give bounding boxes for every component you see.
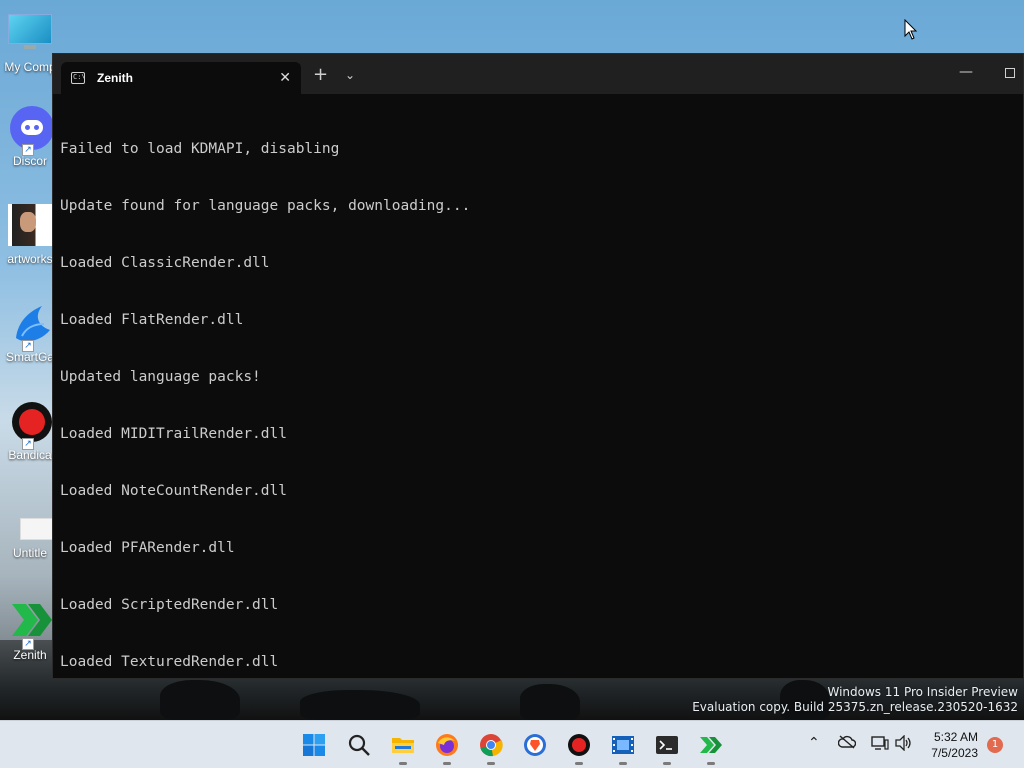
- mouse-pointer-icon: [904, 19, 918, 40]
- desktop-icon-label: Bandica: [8, 448, 52, 462]
- desktop-icon-label: Untitle: [12, 546, 47, 560]
- clock-date: 7/5/2023: [931, 746, 978, 760]
- running-indicator: [663, 762, 671, 765]
- tab-zenith[interactable]: C:\ Zenith ✕: [61, 62, 301, 94]
- taskbar-file-explorer[interactable]: [391, 733, 415, 765]
- taskbar-media-player[interactable]: [611, 733, 635, 765]
- console-line: Loaded ScriptedRender.dll: [60, 597, 279, 613]
- search-icon: [348, 734, 370, 756]
- minimize-button[interactable]: —: [959, 64, 973, 80]
- taskbar-brave[interactable]: [523, 733, 547, 757]
- shortcut-arrow-icon: ↗: [22, 144, 34, 156]
- console-line: Loaded MIDITrailRender.dll: [60, 426, 287, 442]
- terminal-window[interactable]: C:\ Zenith ✕ + ⌄ — Failed to load KDMAPI…: [52, 53, 1024, 679]
- running-indicator: [707, 762, 715, 765]
- taskbar-firefox[interactable]: [435, 733, 459, 765]
- taskbar: ⌃ 5:32 AM 7/5/2023 1: [0, 720, 1024, 768]
- maximize-button[interactable]: [1005, 68, 1015, 78]
- start-button[interactable]: [302, 733, 326, 757]
- console-line: Failed to load KDMAPI, disabling: [60, 141, 340, 157]
- running-indicator: [619, 762, 627, 765]
- desktop-icon-smartgaga[interactable]: ↗ SmartGa: [0, 302, 60, 364]
- film-icon: [612, 736, 634, 754]
- zenith-icon: ↗: [8, 600, 52, 650]
- blank-file-icon: [8, 508, 54, 542]
- discord-icon: ↗: [8, 106, 54, 156]
- search-button[interactable]: [347, 733, 371, 757]
- volume-icon[interactable]: [895, 734, 913, 755]
- firefox-icon: [436, 734, 458, 756]
- console-line: Loaded NoteCountRender.dll: [60, 483, 287, 499]
- taskbar-terminal[interactable]: [655, 733, 679, 765]
- desktop-icon-untitled[interactable]: Untitle: [0, 508, 60, 560]
- desktop-icon-artworks[interactable]: artworks: [0, 204, 60, 266]
- desktop-icon-bandicam[interactable]: ↗ Bandica: [0, 400, 60, 462]
- running-indicator: [575, 762, 583, 765]
- console-line: Loaded ClassicRender.dll: [60, 255, 270, 271]
- image-thumbnail-icon: [8, 204, 54, 248]
- desktop-icon-my-computer[interactable]: My Comp: [0, 12, 60, 74]
- chrome-icon: [480, 734, 503, 757]
- shortcut-arrow-icon: ↗: [22, 638, 34, 650]
- running-indicator: [443, 762, 451, 765]
- smartgaga-icon: ↗: [8, 302, 52, 352]
- chevron-down-icon[interactable]: ⌄: [345, 66, 355, 84]
- record-icon: [568, 734, 590, 756]
- console-line: Loaded TexturedRender.dll: [60, 654, 279, 670]
- console-line: Loaded FlatRender.dll: [60, 312, 244, 328]
- taskbar-chrome[interactable]: [479, 733, 503, 765]
- notification-badge[interactable]: 1: [987, 737, 1003, 753]
- desktop-icon-label: artworks: [7, 252, 53, 266]
- bandicam-icon: ↗: [8, 400, 52, 450]
- desktop-icon-label: Zenith: [13, 648, 47, 662]
- running-indicator: [399, 762, 407, 765]
- shortcut-arrow-icon: ↗: [22, 340, 34, 352]
- folder-icon: [392, 738, 414, 753]
- desktop-icon-zenith[interactable]: ↗ Zenith: [0, 600, 60, 662]
- running-indicator: [487, 762, 495, 765]
- console-line: Update found for language packs, downloa…: [60, 198, 471, 214]
- desktop-icon-label: My Comp: [4, 60, 56, 74]
- chevron-up-icon[interactable]: ⌃: [808, 735, 820, 751]
- new-tab-button[interactable]: +: [313, 66, 328, 84]
- taskbar-bandicam[interactable]: [567, 733, 591, 765]
- close-tab-icon[interactable]: ✕: [279, 70, 291, 86]
- shortcut-arrow-icon: ↗: [22, 438, 34, 450]
- system-clock[interactable]: 5:32 AM 7/5/2023: [931, 729, 978, 761]
- window-titlebar[interactable]: C:\ Zenith ✕ + ⌄ —: [53, 54, 1023, 94]
- console-line: Updated language packs!: [60, 369, 261, 385]
- taskbar-zenith[interactable]: [699, 733, 723, 765]
- brave-icon: [524, 734, 546, 756]
- cloud-offline-icon[interactable]: [837, 735, 857, 753]
- desktop-icon-label: SmartGa: [5, 350, 54, 364]
- console-icon: C:\: [71, 72, 86, 84]
- monitor-icon: [8, 12, 52, 56]
- windows-start-icon: [303, 734, 325, 756]
- terminal-icon: [656, 736, 678, 754]
- console-line: Loaded PFARender.dll: [60, 540, 235, 556]
- tab-title: Zenith: [97, 71, 133, 85]
- desktop-icon-label: Discor: [12, 154, 47, 168]
- desktop-icon-discord[interactable]: ↗ Discor: [0, 106, 60, 168]
- clock-time: 5:32 AM: [933, 730, 978, 744]
- network-icon[interactable]: [871, 735, 889, 755]
- zenith-icon: [700, 737, 722, 753]
- console-output[interactable]: Failed to load KDMAPI, disabling Update …: [60, 102, 1013, 710]
